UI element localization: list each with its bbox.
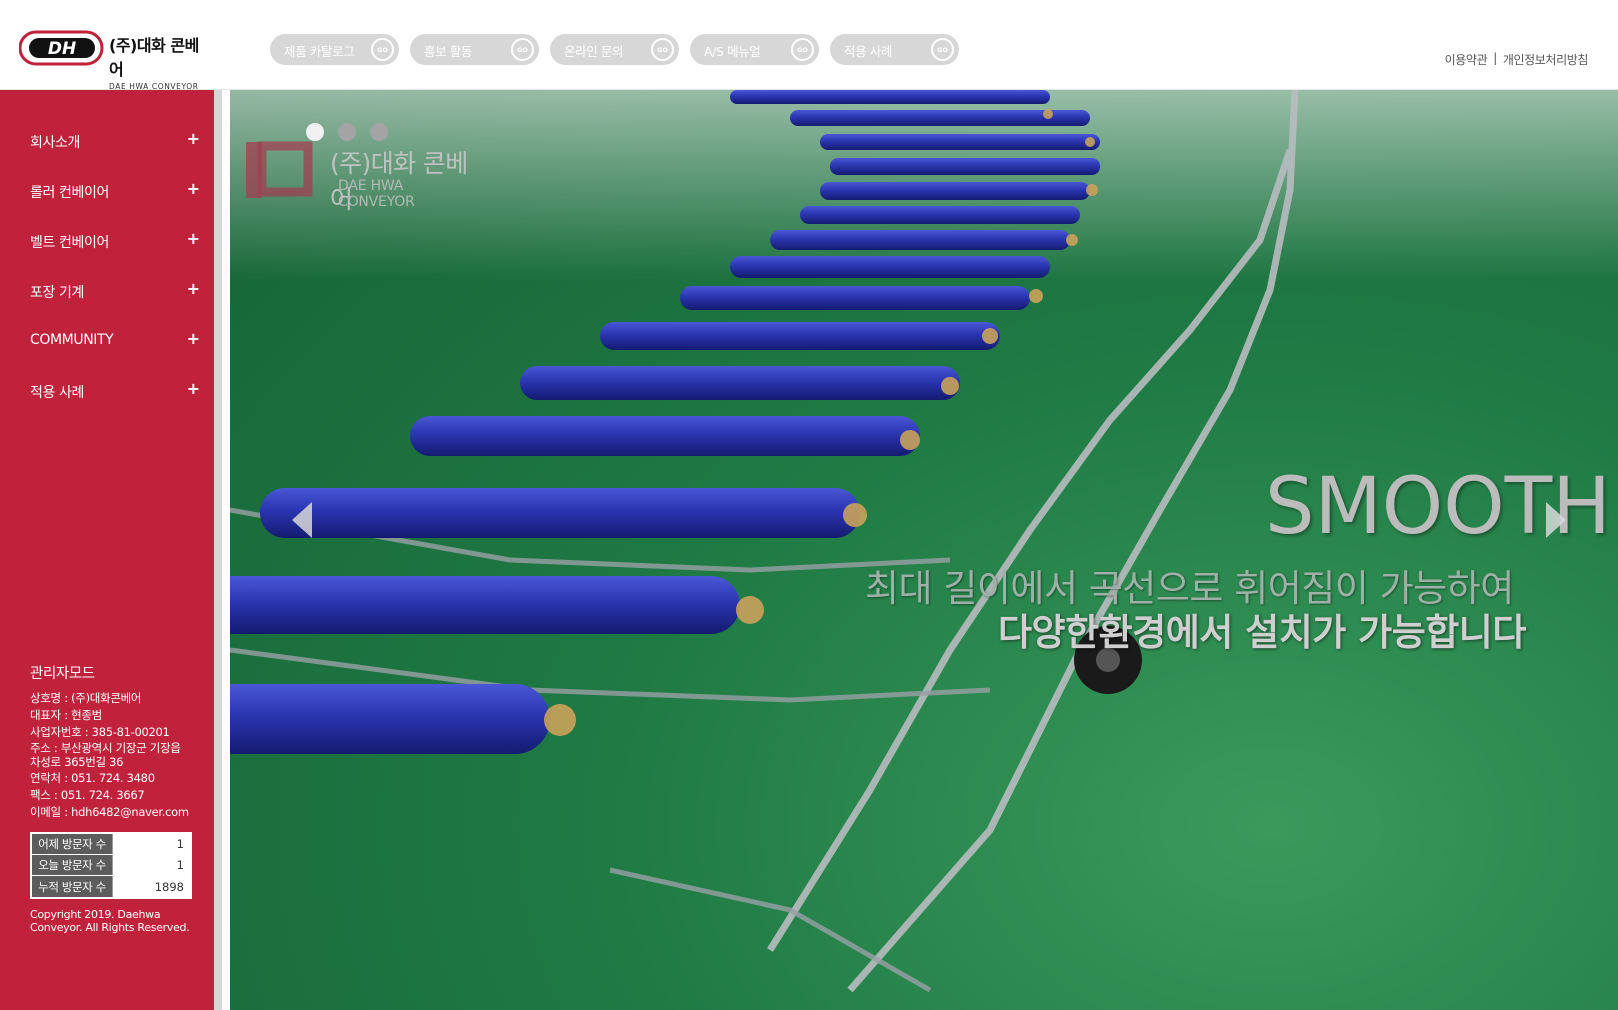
utility-links: 이용약관 | 개인정보처리방침 bbox=[1445, 51, 1589, 68]
sidebar-item-belt-conveyor[interactable]: 벨트 컨베이어 + bbox=[30, 231, 200, 282]
slide-dot-2[interactable] bbox=[338, 123, 356, 141]
hero-slider: (주)대화 콘베어 DAE HWA CONVEYOR SMOOTH 최대 길이에… bbox=[230, 90, 1618, 1010]
nav-case-studies-button[interactable]: 적용 사례 GO bbox=[830, 34, 959, 65]
visitor-value: 1 bbox=[112, 855, 190, 875]
business-number: 사업자번호 : 385-81-00201 bbox=[30, 725, 170, 739]
sidebar: 회사소개 + 롤러 컨베이어 + 벨트 컨베이어 + 포장 기계 + COMMU… bbox=[0, 90, 222, 1010]
plus-icon[interactable]: + bbox=[187, 281, 200, 297]
sidebar-item-case-studies[interactable]: 적용 사례 + bbox=[30, 381, 200, 432]
company-name: 상호명 : (주)대화콘베어 bbox=[30, 691, 142, 705]
table-row: 오늘 방문자 수 1 bbox=[32, 855, 190, 876]
fax: 팩스 : 051. 724. 3667 bbox=[30, 788, 145, 802]
sidebar-item-label: 벨트 컨베이어 bbox=[30, 235, 109, 251]
dh-watermark-icon bbox=[246, 141, 313, 198]
visitor-label: 오늘 방문자 수 bbox=[32, 855, 112, 875]
go-icon: GO bbox=[931, 38, 954, 61]
phone: 연락처 : 051. 724. 3480 bbox=[30, 771, 155, 785]
sidebar-item-roller-conveyor[interactable]: 롤러 컨베이어 + bbox=[30, 181, 200, 232]
site-header: DH (주)대화 콘베어 DAE HWA CONVEYOR 제품 카탈로그 GO… bbox=[0, 0, 1618, 91]
visitor-value: 1 bbox=[112, 834, 190, 854]
dh-logo-icon: DH bbox=[19, 30, 104, 66]
sidebar-item-label: 포장 기계 bbox=[30, 285, 84, 301]
sidebar-item-label: 회사소개 bbox=[30, 135, 80, 151]
table-row: 누적 방문자 수 1898 bbox=[32, 876, 190, 897]
sidebar-item-label: 롤러 컨베이어 bbox=[30, 185, 109, 201]
watermark-logo: (주)대화 콘베어 DAE HWA CONVEYOR bbox=[242, 140, 482, 214]
terms-link[interactable]: 이용약관 bbox=[1445, 51, 1488, 68]
site-logo[interactable]: DH (주)대화 콘베어 DAE HWA CONVEYOR bbox=[19, 30, 209, 91]
address-line-2: 차성로 365번길 36 bbox=[30, 755, 124, 769]
slide-indicators bbox=[306, 123, 388, 141]
slide-caption-line-2: 다양한환경에서 설치가 가능합니다 bbox=[998, 611, 1526, 654]
company-info: 관리자모드 상호명 : (주)대화콘베어 대표자 : 현종범 사업자번호 : 3… bbox=[30, 662, 215, 821]
go-icon: GO bbox=[511, 38, 534, 61]
sidebar-item-label: COMMUNITY bbox=[30, 332, 114, 348]
visitor-label: 어제 방문자 수 bbox=[32, 834, 112, 854]
nav-promotion-button[interactable]: 홍보 활동 GO bbox=[410, 34, 539, 65]
address-line-1: 주소 : 부산광역시 기장군 기장읍 bbox=[30, 741, 181, 755]
top-navigation: 제품 카탈로그 GO 홍보 활동 GO 온라인 문의 GO A/S 메뉴얼 GO… bbox=[270, 34, 959, 65]
nav-label: 온라인 문의 bbox=[564, 44, 624, 59]
visitor-counter: 어제 방문자 수 1 오늘 방문자 수 1 누적 방문자 수 1898 bbox=[30, 832, 192, 899]
plus-icon[interactable]: + bbox=[187, 231, 200, 247]
nav-label: 홍보 활동 bbox=[424, 44, 472, 59]
plus-icon[interactable]: + bbox=[187, 181, 200, 197]
slide-dot-3[interactable] bbox=[370, 123, 388, 141]
admin-mode-link[interactable]: 관리자모드 bbox=[30, 662, 215, 683]
plus-icon[interactable]: + bbox=[187, 381, 200, 397]
copyright-text: Copyright 2019. Daehwa Conveyor. All Rig… bbox=[30, 908, 190, 934]
sidebar-menu: 회사소개 + 롤러 컨베이어 + 벨트 컨베이어 + 포장 기계 + COMMU… bbox=[30, 131, 200, 432]
logo-initials: DH bbox=[48, 39, 76, 59]
link-separator: | bbox=[1493, 51, 1497, 65]
watermark-subtitle: DAE HWA CONVEYOR bbox=[338, 178, 415, 210]
sidebar-item-company[interactable]: 회사소개 + bbox=[30, 131, 200, 182]
chevron-right-icon[interactable] bbox=[1540, 498, 1570, 542]
company-ceo: 대표자 : 현종범 bbox=[30, 708, 102, 722]
go-icon: GO bbox=[651, 38, 674, 61]
sidebar-item-packaging-machine[interactable]: 포장 기계 + bbox=[30, 281, 200, 332]
privacy-policy-link[interactable]: 개인정보처리방침 bbox=[1503, 51, 1589, 68]
nav-label: 제품 카탈로그 bbox=[284, 44, 355, 59]
nav-label: A/S 메뉴얼 bbox=[704, 44, 761, 59]
go-icon: GO bbox=[791, 38, 814, 61]
email: 이메일 : hdh6482@naver.com bbox=[30, 805, 189, 819]
visitor-value: 1898 bbox=[112, 876, 190, 897]
go-icon: GO bbox=[371, 38, 394, 61]
nav-online-inquiry-button[interactable]: 온라인 문의 GO bbox=[550, 34, 679, 65]
plus-icon[interactable]: + bbox=[187, 131, 200, 147]
nav-as-manual-button[interactable]: A/S 메뉴얼 GO bbox=[690, 34, 819, 65]
sidebar-item-community[interactable]: COMMUNITY + bbox=[30, 331, 200, 382]
plus-icon[interactable]: + bbox=[187, 331, 200, 347]
slide-dot-1[interactable] bbox=[306, 123, 324, 141]
nav-label: 적용 사례 bbox=[844, 44, 892, 59]
table-row: 어제 방문자 수 1 bbox=[32, 834, 190, 855]
chevron-left-icon[interactable] bbox=[288, 498, 318, 542]
nav-product-catalog-button[interactable]: 제품 카탈로그 GO bbox=[270, 34, 399, 65]
brand-name: (주)대화 콘베어 bbox=[109, 36, 199, 79]
sidebar-item-label: 적용 사례 bbox=[30, 385, 84, 401]
visitor-label: 누적 방문자 수 bbox=[32, 876, 112, 897]
